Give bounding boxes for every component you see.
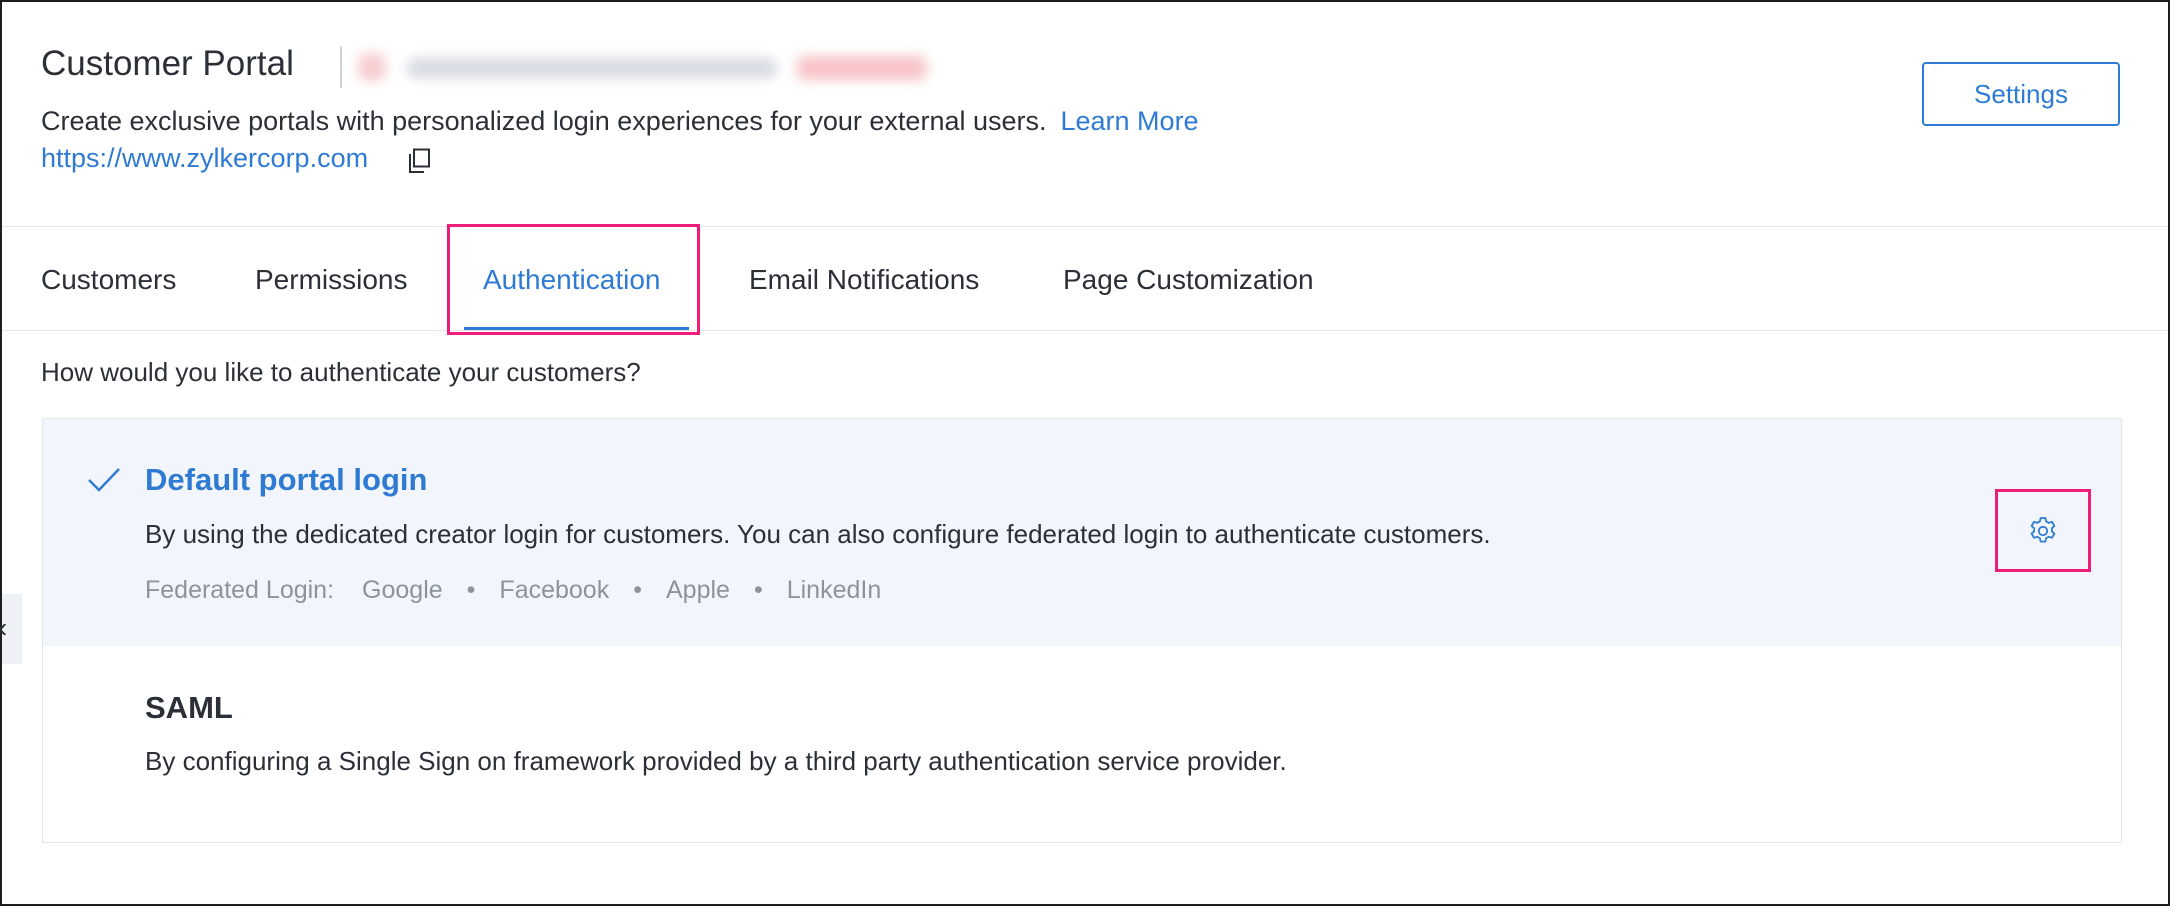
option-description: By using the dedicated creator login for…	[145, 519, 1491, 549]
option-description: By configuring a Single Sign on framewor…	[145, 746, 1287, 776]
option-saml[interactable]: SAML By configuring a Single Sign on fra…	[43, 646, 2121, 842]
separator-dot: •	[633, 576, 642, 604]
redacted-portal-info	[357, 48, 997, 88]
auth-options: Default portal login By using the dedica…	[42, 418, 2122, 843]
federated-provider: Facebook	[499, 576, 610, 604]
app-window: Customer Portal Create exclusive portals…	[0, 0, 2170, 906]
tab-page-customization[interactable]: Page Customization	[1063, 264, 1314, 296]
auth-question: How would you like to authenticate your …	[41, 357, 641, 387]
separator-dot: •	[753, 576, 763, 604]
settings-button[interactable]: Settings	[1922, 62, 2120, 126]
tab-email-notifications[interactable]: Email Notifications	[749, 264, 979, 296]
tab-customers[interactable]: Customers	[41, 264, 176, 296]
learn-more-link[interactable]: Learn More	[1061, 106, 1199, 136]
portal-description: Create exclusive portals with personaliz…	[41, 106, 1199, 137]
federated-provider: Google	[362, 576, 443, 604]
tab-highlight-annotation	[447, 224, 700, 335]
federated-provider: LinkedIn	[786, 576, 882, 604]
title-divider	[340, 46, 342, 88]
option-default-portal-login[interactable]: Default portal login By using the dedica…	[43, 419, 2121, 646]
tab-permissions[interactable]: Permissions	[255, 264, 407, 296]
default-login-settings-button[interactable]	[1995, 489, 2091, 572]
separator-dot: •	[466, 576, 476, 604]
collapse-sidebar-handle[interactable]: ‹	[0, 594, 22, 664]
check-icon	[87, 467, 121, 493]
copy-icon[interactable]	[407, 148, 431, 174]
tab-bar: Customers Permissions Authentication Ema…	[2, 227, 2168, 331]
gear-icon[interactable]	[2027, 515, 2059, 547]
federated-provider: Apple	[665, 576, 730, 604]
option-title: SAML	[145, 690, 233, 725]
chevron-left-icon: ‹	[0, 612, 7, 644]
option-title: Default portal login	[145, 462, 428, 497]
page-header: Customer Portal Create exclusive portals…	[2, 2, 2168, 227]
page-title: Customer Portal	[41, 44, 294, 83]
federated-login-label: Federated Login:	[145, 576, 335, 604]
federated-login-list: Federated Login: Google • Facebook • Apple • Li…	[145, 576, 881, 605]
description-text: Create exclusive portals with personaliz…	[41, 106, 1047, 136]
portal-url-link[interactable]: https://www.zylkercorp.com	[41, 143, 368, 174]
